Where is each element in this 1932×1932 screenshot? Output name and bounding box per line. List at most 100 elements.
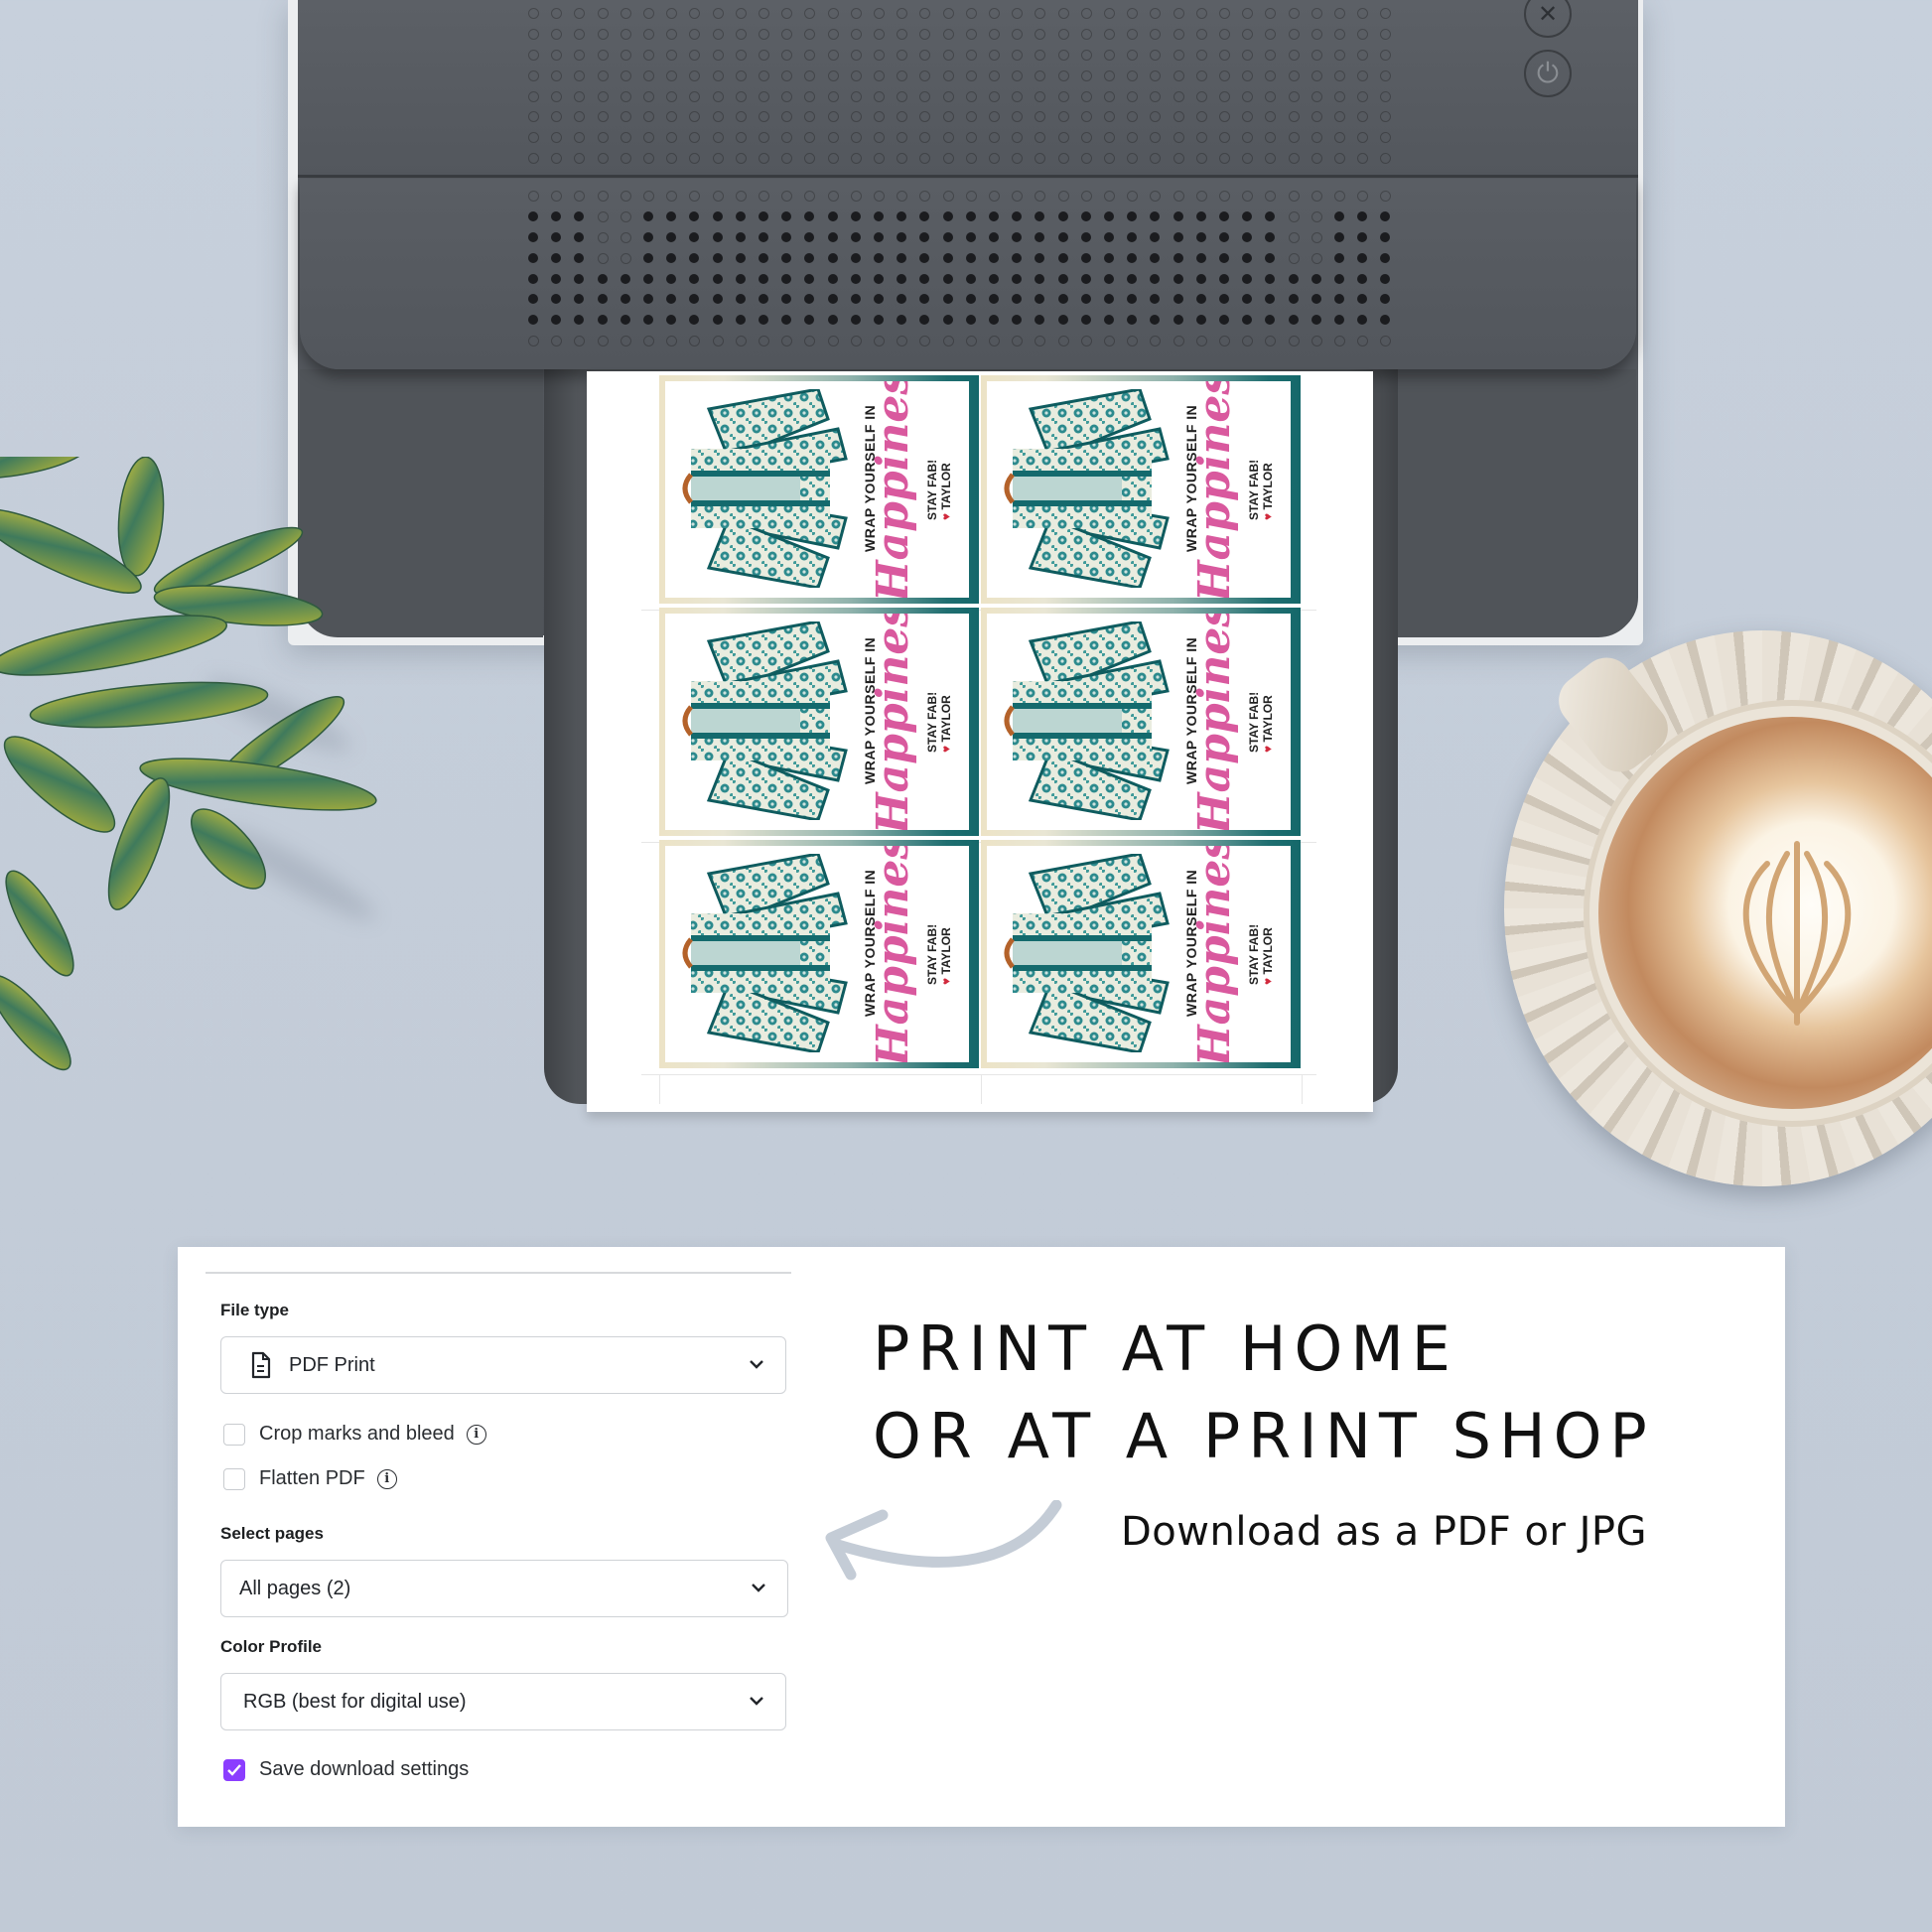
- grille-hole: [827, 210, 838, 221]
- info-icon[interactable]: i: [376, 1468, 397, 1489]
- grille-hole: [1150, 49, 1162, 61]
- grille-hole: [850, 210, 861, 221]
- crop-marks-checkbox[interactable]: [223, 1423, 245, 1446]
- grille-hole: [620, 49, 631, 61]
- grille-hole: [942, 252, 953, 263]
- grille-hole: [874, 210, 884, 221]
- printer-cancel-button[interactable]: ✕: [1524, 0, 1572, 38]
- grille-hole: [897, 315, 907, 326]
- select-pages-label: Select pages: [220, 1524, 324, 1543]
- grille-hole: [712, 191, 724, 202]
- grille-hole: [965, 231, 976, 242]
- grille-hole: [528, 111, 539, 123]
- grille-hole: [850, 273, 861, 284]
- grille-hole: [551, 210, 562, 221]
- grille-hole: [1150, 252, 1161, 263]
- save-settings-checkbox[interactable]: [223, 1758, 245, 1781]
- grille-hole: [1288, 252, 1300, 264]
- grille-hole: [1057, 294, 1068, 305]
- grille-hole: [1150, 111, 1162, 123]
- grille-hole: [643, 210, 653, 221]
- card-face: WRAP YOURSELF IN Happiness STAY FAB! ♥ T…: [987, 846, 1291, 1062]
- grille-hole: [528, 294, 538, 305]
- grille-hole: [1357, 294, 1368, 305]
- grille-hole: [1311, 336, 1322, 347]
- heart-icon: ♥: [939, 512, 953, 520]
- printer-power-button[interactable]: ⏻: [1524, 50, 1572, 97]
- grille-hole: [666, 210, 677, 221]
- grille-hole: [1195, 252, 1206, 263]
- grille-hole: [897, 153, 908, 165]
- grille-hole: [1380, 90, 1392, 102]
- grille-hole: [919, 294, 930, 305]
- grille-hole: [804, 294, 815, 305]
- printed-sheet: WRAP YOURSELF IN Happiness STAY FAB! ♥ T…: [587, 371, 1373, 1112]
- card-signoff-name: ♥ TAYLOR: [1261, 695, 1275, 753]
- grille-hole: [551, 49, 563, 61]
- grille-hole: [689, 273, 700, 284]
- file-type-select[interactable]: PDF Print: [220, 1336, 786, 1394]
- grille-hole: [666, 111, 678, 123]
- color-profile-select[interactable]: RGB (best for digital use): [220, 1673, 786, 1730]
- gift-tag-card: WRAP YOURSELF IN Happiness STAY FAB! ♥ T…: [981, 375, 1301, 604]
- grille-hole: [1265, 90, 1277, 102]
- grille-hole: [1012, 153, 1024, 165]
- grille-hole: [1380, 28, 1392, 40]
- kimono-illustration: [682, 621, 848, 820]
- cut-line: [1302, 1074, 1303, 1104]
- kimono-illustration: [682, 854, 848, 1052]
- grille-hole: [1219, 28, 1230, 40]
- grille-hole: [1288, 153, 1300, 165]
- select-pages-select[interactable]: All pages (2): [220, 1560, 788, 1617]
- grille-hole: [551, 132, 563, 144]
- grille-hole: [1195, 69, 1207, 81]
- grille-hole: [1173, 8, 1184, 19]
- grille-hole: [897, 69, 908, 81]
- grille-hole: [1173, 231, 1183, 242]
- grille-hole: [1057, 90, 1069, 102]
- grille-hole: [643, 28, 654, 40]
- grille-hole: [597, 252, 609, 264]
- grille-hole: [1012, 231, 1023, 242]
- grille-hole: [735, 336, 747, 347]
- grille-hole: [574, 69, 586, 81]
- grille-hole: [574, 90, 586, 102]
- save-settings-option[interactable]: Save download settings: [223, 1758, 469, 1781]
- close-icon: ✕: [1537, 0, 1559, 28]
- gift-tag-card: WRAP YOURSELF IN Happiness STAY FAB! ♥ T…: [659, 375, 979, 604]
- crop-marks-option[interactable]: Crop marks and bleed i: [223, 1423, 486, 1446]
- grille-hole: [1150, 294, 1161, 305]
- grille-hole: [1150, 132, 1162, 144]
- grille-hole: [989, 294, 999, 305]
- grille-hole: [643, 8, 654, 19]
- grille-hole: [1173, 90, 1184, 102]
- grille-hole: [620, 294, 630, 305]
- grille-hole: [965, 111, 977, 123]
- grille-hole: [666, 49, 678, 61]
- grille-hole: [1104, 111, 1115, 123]
- grille-hole: [735, 8, 747, 19]
- grille-hole: [897, 28, 908, 40]
- grille-hole: [712, 294, 723, 305]
- grille-hole: [1104, 90, 1115, 102]
- grille-hole: [1195, 191, 1207, 202]
- grille-hole: [804, 273, 815, 284]
- grille-hole: [965, 132, 977, 144]
- card-signoff-name: ♥ TAYLOR: [939, 927, 953, 985]
- grille-hole: [1104, 252, 1114, 263]
- flatten-pdf-option[interactable]: Flatten PDF i: [223, 1467, 397, 1490]
- grille-hole: [781, 191, 793, 202]
- grille-hole: [965, 153, 977, 165]
- grille-hole: [528, 49, 539, 61]
- grille-hole: [1057, 49, 1069, 61]
- grille-hole: [689, 69, 701, 81]
- grille-hole: [551, 231, 562, 242]
- grille-hole: [1150, 191, 1162, 202]
- grille-hole: [781, 294, 792, 305]
- grille-hole: [989, 273, 999, 284]
- flatten-pdf-checkbox[interactable]: [223, 1467, 245, 1490]
- info-icon[interactable]: i: [466, 1424, 486, 1445]
- grille-hole: [1219, 294, 1229, 305]
- grille-hole: [850, 49, 862, 61]
- grille-hole: [1104, 153, 1115, 165]
